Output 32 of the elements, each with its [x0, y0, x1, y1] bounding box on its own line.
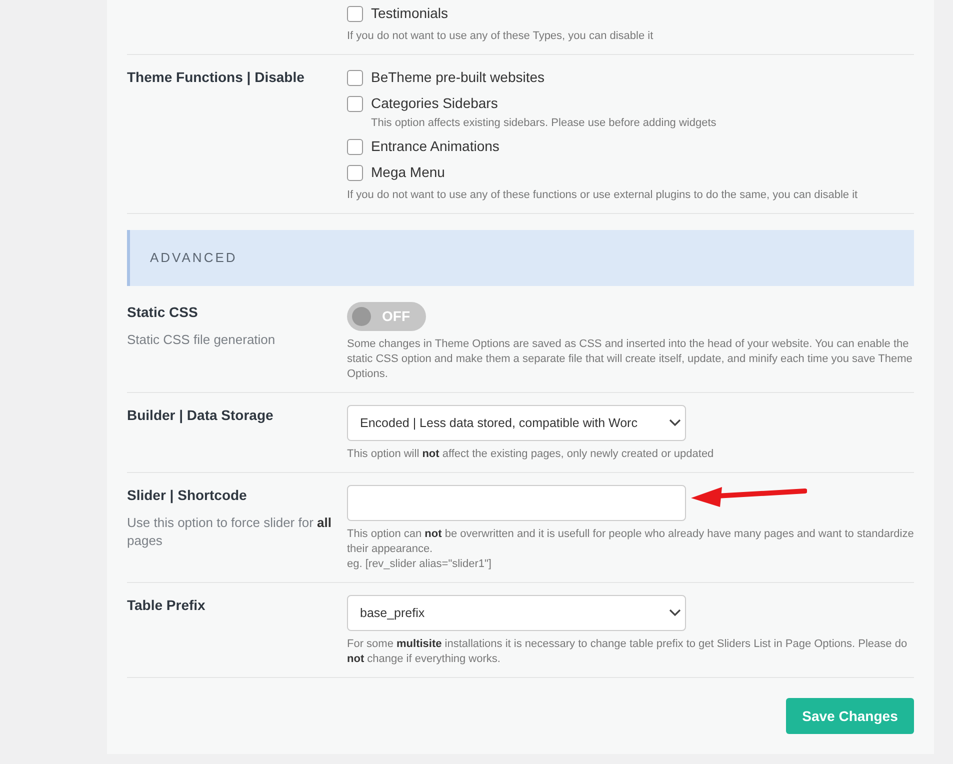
option-description: For some multisite installations it is necessary to change table prefix to get Sliders List in Page Options. Please do not change if everything works. — [347, 637, 908, 667]
option-label: Theme Functions | Disable — [127, 68, 306, 88]
option-description: If you do not want to use any of these functions or use external plugins to do the same, you can disable it — [347, 188, 859, 203]
option-note: This option affects existing sidebars. Please use before adding widgets — [370, 116, 718, 131]
option-label: Static CSS — [127, 303, 199, 322]
input-field[interactable] — [347, 485, 686, 521]
checkbox[interactable] — [347, 138, 363, 154]
option-sublabel: Static CSS file generation — [127, 331, 276, 349]
option-description: This option will not affect the existing pages, only newly created or updated — [347, 447, 715, 462]
example-text: eg. [rev_slider alias="slider1"] — [347, 557, 492, 572]
option-sublabel: Use this option to force slider for all pages — [127, 514, 332, 550]
select-dropdown[interactable]: base_prefix — [347, 595, 686, 631]
checkbox-option[interactable]: Entrance Animations — [347, 136, 914, 157]
checkbox-option[interactable]: BeTheme pre-built websites — [347, 67, 914, 88]
select-dropdown[interactable]: Encoded | Less data stored, compatible with Worc — [347, 405, 686, 441]
option-description: Some changes in Theme Options are saved as CSS and inserted into the head of your website. You can enable the static CSS option and make them a separate file that will create itself, update, and minify each time you save Theme Options. — [347, 337, 914, 382]
checkbox[interactable] — [347, 6, 363, 22]
arrow-annotation-icon — [689, 486, 807, 508]
option-label: Slider | Shortcode — [127, 486, 248, 506]
checkbox[interactable] — [347, 96, 363, 112]
chevron-down-icon — [669, 609, 681, 617]
option-label: Table Prefix — [127, 596, 206, 615]
checkbox-option[interactable]: Mega Menu — [347, 162, 914, 183]
option-description: If you do not want to use any of these Types, you can disable it — [347, 29, 654, 44]
option-label: Builder | Data Storage — [127, 406, 274, 426]
checkbox-option[interactable]: Testimonials — [347, 3, 914, 24]
checkbox[interactable] — [347, 164, 363, 180]
option-description: This option can not be overwritten and it is usefull for people who already have many pages and want to standardize their appearance. — [347, 527, 914, 557]
checkbox-option[interactable]: Categories Sidebars — [347, 93, 914, 114]
chevron-down-icon — [669, 419, 681, 427]
checkbox[interactable] — [347, 70, 363, 86]
section-title: ADVANCED — [150, 249, 238, 268]
